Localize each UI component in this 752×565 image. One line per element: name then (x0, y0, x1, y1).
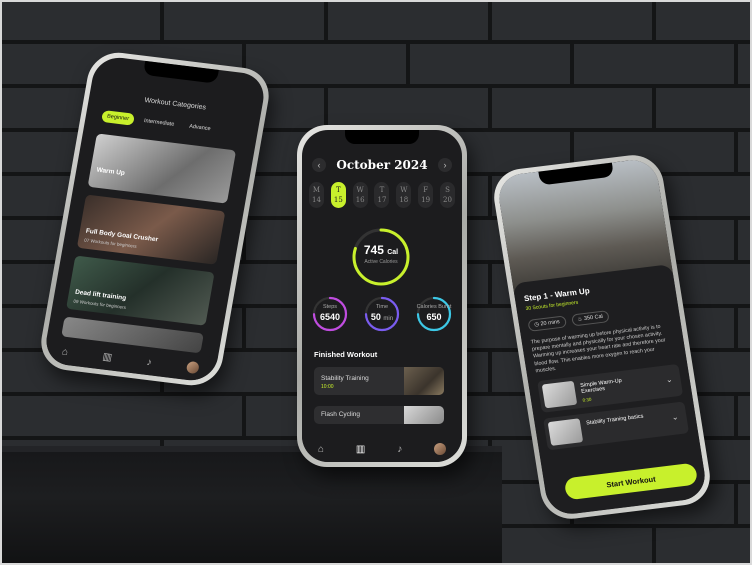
stat-ring-calories-burnt: Calories Burnt 650 (416, 296, 452, 332)
day-20[interactable]: S 20 (439, 182, 455, 208)
day-15[interactable]: T 15 (330, 182, 346, 208)
stats-icon[interactable]: ▥ (102, 351, 113, 363)
bell-icon[interactable]: ♪ (146, 356, 153, 367)
screen: ‹ October 2024 › M 14 T 15 W 16 T 17 W 18 F 19 S 20 7… (302, 130, 462, 462)
day-18[interactable]: W 18 (396, 182, 412, 208)
exercise-thumbnail (541, 380, 578, 409)
level-tabs: Beginner Intermediate Advance (101, 110, 216, 136)
day-16[interactable]: W 16 (352, 182, 368, 208)
stat-ring-time: Time 50 min (364, 296, 400, 332)
active-calories-ring: 745 Cal Active Calories (350, 226, 412, 288)
chevron-down-icon[interactable]: ⌄ (665, 375, 673, 385)
card-title: Warm Up (96, 166, 126, 177)
bell-icon[interactable]: ♪ (397, 444, 402, 455)
calendar-header: ‹ October 2024 › (302, 158, 462, 172)
tab-intermediate[interactable]: Intermediate (138, 115, 180, 132)
calories-value: 745 Cal (363, 243, 399, 257)
stats-icon[interactable]: ▥ (356, 444, 365, 455)
chevron-right-icon[interactable]: › (437, 158, 452, 172)
home-icon[interactable]: ⌂ (318, 444, 324, 455)
shelf (0, 452, 502, 565)
finished-workout-card[interactable]: Stability Training 10:00 (314, 367, 444, 395)
stats-row: Steps 6540 Time 50 min Calories Burnt 650 (312, 296, 452, 332)
tab-bar: ⌂ ▥ ♪ (302, 436, 462, 462)
phone-activity-dashboard: ‹ October 2024 › M 14 T 15 W 16 T 17 W 18 F 19 S 20 7… (297, 125, 467, 467)
workout-name: Flash Cycling (321, 411, 361, 418)
workout-thumbnail (404, 367, 444, 395)
exercise-thumbnail (547, 418, 584, 446)
home-icon[interactable]: ⌂ (61, 346, 69, 358)
stat-ring-steps: Steps 6540 (312, 296, 348, 332)
exercise-name: Simple Warm-Up Exercises (579, 377, 623, 395)
duration-chip: ◷ 20 mins (527, 315, 567, 332)
workout-thumbnail (404, 406, 444, 424)
workout-time: 10:00 (321, 384, 334, 390)
workout-name: Stability Training (321, 375, 369, 382)
exercise-time: 0:30 (582, 396, 592, 403)
notch (345, 130, 419, 144)
tab-advance[interactable]: Advance (183, 120, 216, 136)
avatar[interactable] (185, 360, 200, 375)
month-label: October 2024 (336, 158, 428, 172)
day-strip: M 14 T 15 W 16 T 17 W 18 F 19 S 20 (309, 182, 455, 208)
calories-ring-chart (352, 228, 410, 286)
exercise-name: Stability Training basics (585, 413, 644, 427)
finished-workout-title: Finished Workout (314, 350, 378, 359)
tab-beginner[interactable]: Beginner (101, 110, 135, 126)
category-card-warm-up[interactable]: Warm Up (87, 133, 237, 204)
day-14[interactable]: M 14 (309, 182, 324, 208)
avatar[interactable] (434, 443, 447, 455)
calories-chip: ♨ 350 Cal (570, 310, 610, 327)
day-17[interactable]: T 17 (374, 182, 390, 208)
chevron-left-icon[interactable]: ‹ (312, 158, 326, 172)
category-card-dead-lift[interactable]: Dead lift training 09 Workouts for begin… (66, 255, 215, 326)
calories-label: Active Calories (364, 259, 398, 265)
chevron-down-icon[interactable]: ⌄ (671, 412, 679, 422)
finished-workout-card[interactable]: Flash Cycling (314, 406, 444, 424)
day-19[interactable]: F 19 (418, 182, 434, 208)
notch (142, 60, 219, 84)
category-card-full-body[interactable]: Full Body Goal Crusher 07 Workouts for b… (76, 194, 226, 265)
